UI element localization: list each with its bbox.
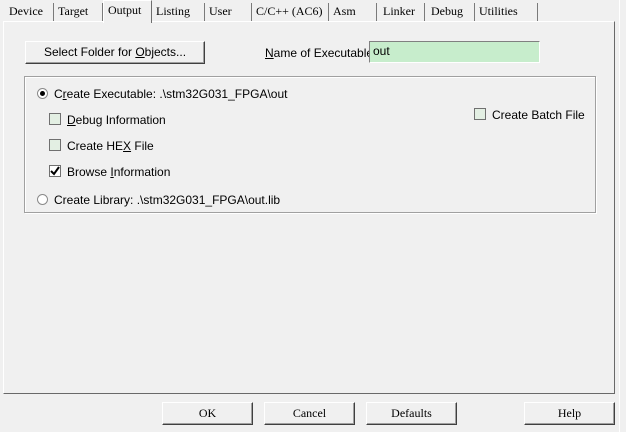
tab-label: Asm — [333, 4, 356, 18]
debug-information-label[interactable]: Debug Information — [67, 113, 166, 127]
tab-target[interactable]: Target — [54, 3, 103, 21]
label-text: Create Batch File — [492, 108, 585, 122]
tab-label: Listing — [156, 4, 191, 18]
tab-device[interactable]: Device — [5, 3, 54, 21]
create-library-radio[interactable] — [37, 194, 48, 205]
label-text: Create Library: .\stm32G031_FPGA\out.lib — [54, 193, 281, 207]
tab-user[interactable]: User — [205, 3, 252, 21]
tab-debug[interactable]: Debug — [427, 3, 475, 21]
tab-utilities[interactable]: Utilities — [475, 3, 538, 21]
label-accel: D — [67, 113, 76, 127]
tab-linker[interactable]: Linker — [379, 3, 425, 21]
debug-information-checkbox[interactable] — [49, 113, 61, 125]
tab-cc-ac6[interactable]: C/C++ (AC6) — [252, 3, 329, 21]
name-of-executable-label: Name of Executable: — [265, 46, 376, 60]
label-text: eate Executable: .\stm32G031_FPGA\out — [66, 87, 288, 101]
tab-label: Device — [9, 4, 43, 18]
browse-information-checkbox[interactable] — [49, 165, 61, 177]
tab-label: Debug — [431, 4, 463, 18]
label-text: Create HE — [67, 139, 124, 153]
label-text: File — [131, 139, 154, 153]
tab-output[interactable]: Output — [103, 0, 152, 23]
ok-button[interactable]: OK — [162, 402, 253, 425]
select-folder-button[interactable]: Select Folder for Objects... — [25, 41, 205, 64]
input-value: out — [373, 44, 390, 58]
tab-label: Output — [108, 3, 142, 17]
window-edge — [619, 0, 620, 432]
tab-listing[interactable]: Listing — [152, 3, 205, 21]
defaults-button[interactable]: Defaults — [366, 402, 457, 425]
create-executable-radio[interactable] — [37, 88, 48, 99]
name-of-executable-input[interactable]: out — [369, 41, 540, 63]
tab-label: Utilities — [479, 4, 518, 18]
button-text: bjects... — [144, 45, 187, 59]
label-text: ebug Information — [75, 113, 166, 127]
label-text: ame of Executable: — [273, 46, 377, 60]
label-text: Browse — [67, 165, 111, 179]
create-hex-file-checkbox[interactable] — [49, 139, 61, 151]
label-text: C — [54, 87, 63, 101]
create-hex-file-label[interactable]: Create HEX File — [67, 139, 154, 153]
tab-label: Target — [58, 4, 89, 18]
tab-label: User — [209, 4, 232, 18]
label-accel: X — [123, 139, 132, 153]
label-text: nformation — [113, 165, 171, 179]
label-accel: N — [265, 46, 274, 60]
tab-label: Linker — [383, 4, 415, 18]
create-batch-file-label[interactable]: Create Batch File — [492, 108, 585, 122]
create-executable-label[interactable]: Create Executable: .\stm32G031_FPGA\out — [54, 87, 287, 101]
tab-label: C/C++ (AC6) — [256, 4, 323, 18]
radio-dot — [40, 91, 45, 96]
tab-asm[interactable]: Asm — [329, 3, 377, 21]
cancel-button[interactable]: Cancel — [264, 402, 355, 425]
tab-bar: Device Target Output Listing User C/C++ … — [0, 0, 626, 23]
button-text: Select Folder for — [43, 45, 136, 59]
button-accel: O — [135, 45, 145, 59]
create-batch-file-checkbox[interactable] — [474, 108, 486, 120]
create-library-label[interactable]: Create Library: .\stm32G031_FPGA\out.lib — [54, 193, 280, 207]
browse-information-label[interactable]: Browse Information — [67, 165, 170, 179]
checkmark-icon — [50, 166, 60, 176]
help-button[interactable]: Help — [524, 402, 615, 425]
